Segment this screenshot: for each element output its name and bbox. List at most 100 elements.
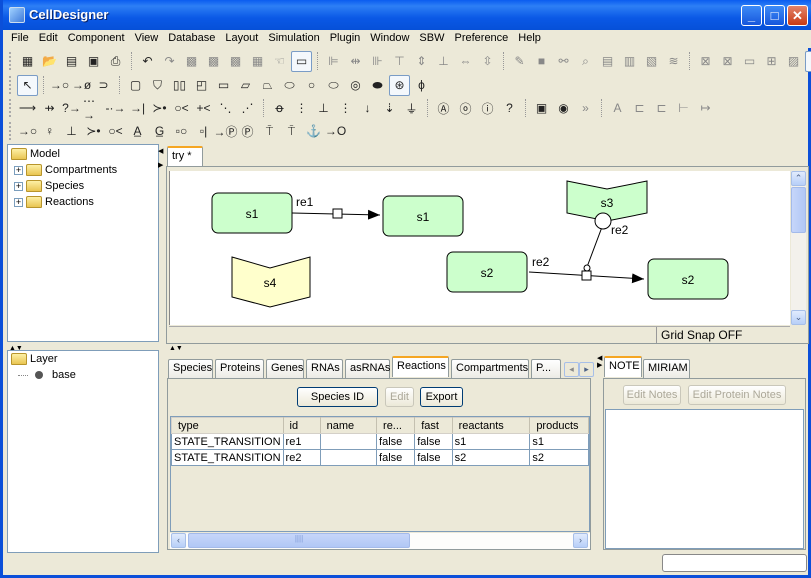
not-gate-icon[interactable]: ⓘ	[477, 98, 498, 119]
scroll-right-button[interactable]: ›	[573, 533, 588, 548]
align-center-icon[interactable]: ⇹	[345, 51, 366, 72]
catalysis-g-icon[interactable]: G̲	[149, 121, 170, 142]
reaction-center-re1[interactable]	[332, 208, 343, 219]
truncated-shape-icon[interactable]: ◰	[191, 75, 212, 96]
close-button[interactable]: ✕	[787, 5, 808, 26]
and-gate-icon[interactable]: Ⓐ	[433, 98, 454, 119]
align-text-4-icon[interactable]: ↦	[695, 98, 716, 119]
catalysis-a-icon[interactable]: A̲	[127, 121, 148, 142]
unknown-inhibition-icon[interactable]: ⋮	[335, 98, 356, 119]
canvas-vertical-scrollbar[interactable]: ⌃ ⌄	[791, 171, 806, 325]
unknown-transition-icon[interactable]: ?→	[61, 98, 82, 119]
cell-name[interactable]	[319, 449, 378, 466]
tab-diagram-try[interactable]: try *	[167, 146, 203, 167]
add-reactant-icon[interactable]: →○	[17, 121, 38, 142]
export-button[interactable]: Export	[420, 387, 463, 407]
distribute-v-icon[interactable]: ⇳	[477, 51, 498, 72]
splitter-arrows-icon[interactable]: ▲▼	[169, 345, 183, 352]
align-bottom-icon[interactable]: ⊥	[433, 51, 454, 72]
menu-layout[interactable]: Layout	[220, 30, 263, 44]
phenotype-icon[interactable]: ⬭	[279, 75, 300, 96]
transcription-icon[interactable]: ⋯→	[83, 94, 104, 122]
ion-channel-icon[interactable]: →ø	[71, 75, 92, 96]
compartment-more-icon[interactable]: »	[575, 98, 596, 119]
inhibition-icon[interactable]: ⊥	[313, 98, 334, 119]
species-node-s2-right[interactable]: s2	[647, 258, 729, 300]
menu-plugin[interactable]: Plugin	[325, 30, 366, 44]
menu-preference[interactable]: Preference	[449, 30, 513, 44]
receptor-shape-icon[interactable]: ⛉	[147, 75, 168, 96]
window-icon[interactable]: ▭	[739, 51, 760, 72]
column-header-fast[interactable]: fast	[414, 417, 453, 434]
cell-products[interactable]: s2	[529, 449, 589, 466]
residue-icon[interactable]: ▫○	[171, 121, 192, 142]
scroll-thumb[interactable]	[791, 187, 806, 233]
block-icon[interactable]: ■	[531, 51, 552, 72]
or-gate-icon[interactable]: ⓞ	[455, 98, 476, 119]
species-node-s1-left[interactable]: s1	[211, 192, 293, 234]
species-node-s4[interactable]: s4	[231, 256, 311, 308]
edit-protein-notes-button[interactable]: Edit Protein Notes	[688, 385, 786, 405]
expand-icon[interactable]: +	[14, 197, 23, 207]
table-row[interactable]: STATE_TRANSITION re1 false false s1 s1	[171, 433, 589, 450]
anchor-top-icon[interactable]: ⍑	[259, 121, 280, 142]
reaction-center-re2[interactable]	[581, 270, 592, 281]
column-header-type[interactable]: type	[171, 417, 284, 434]
cut-icon[interactable]: ▩	[225, 51, 246, 72]
distribute-h-icon[interactable]: ⇔	[455, 51, 476, 72]
column-header-reversible[interactable]: re...	[376, 417, 416, 434]
tree-node-species[interactable]: + Species	[14, 178, 84, 194]
route-icon[interactable]: ┏	[805, 50, 811, 72]
transcriptional-activation-icon[interactable]: ↓	[357, 98, 378, 119]
known-transition-omitted-icon[interactable]: ⇸	[39, 98, 60, 119]
column-header-products[interactable]: products	[529, 417, 589, 434]
tab-compartments[interactable]: Compartments	[451, 359, 529, 378]
tree-node-model[interactable]: Model	[11, 146, 60, 162]
open-icon[interactable]: 📂	[39, 51, 60, 72]
tree-node-layer[interactable]: Layer	[11, 351, 58, 367]
grid-icon[interactable]: ⊞	[761, 51, 782, 72]
plug-icon[interactable]: →O	[325, 121, 346, 142]
new-icon[interactable]: ▦	[17, 51, 38, 72]
undo-icon[interactable]: ↶	[137, 51, 158, 72]
ion-icon[interactable]: ○	[301, 75, 322, 96]
truncated-protein-icon[interactable]: ⊃	[93, 75, 114, 96]
dissociation-icon[interactable]: ○<	[105, 121, 126, 142]
menu-file[interactable]: File	[6, 30, 34, 44]
tab-scroll-left-button[interactable]: ◂	[564, 362, 579, 377]
species-node-s2-left[interactable]: s2	[446, 251, 528, 293]
column-header-name[interactable]: name	[319, 417, 378, 434]
tab-scroll-right-button[interactable]: ▸	[579, 362, 594, 377]
frame-cross-icon[interactable]: ⊠	[717, 51, 738, 72]
expand-icon[interactable]: +	[14, 165, 23, 175]
align-left-icon[interactable]: ⊫	[323, 51, 344, 72]
cell-id[interactable]: re1	[282, 433, 321, 450]
unknown-catalysis-line-icon[interactable]: ⋱	[215, 98, 236, 119]
truncation-icon[interactable]: +<	[193, 98, 214, 119]
notes-textarea[interactable]	[605, 409, 804, 549]
toolbar-grip[interactable]	[9, 76, 12, 94]
simple-molecule-icon[interactable]: ⬭	[323, 75, 344, 96]
unknown-inhibition-line-icon[interactable]: ⋰	[237, 98, 258, 119]
anchor-bottom-icon[interactable]: ⚓	[303, 121, 324, 142]
chain-icon[interactable]: ≋	[663, 51, 684, 72]
catalysis-icon[interactable]: ꝋ	[269, 98, 290, 119]
menu-sbw[interactable]: SBW	[414, 30, 449, 44]
cell-reactants[interactable]: s1	[451, 433, 531, 450]
paste-icon[interactable]: ▩	[203, 51, 224, 72]
scroll-left-button[interactable]: ‹	[171, 533, 186, 548]
generic-protein-icon[interactable]: ▢	[125, 75, 146, 96]
maximize-button[interactable]: □	[764, 5, 785, 26]
select-pointer-icon[interactable]: ↖	[17, 74, 38, 96]
dissociation-icon[interactable]: ○<	[171, 98, 192, 119]
toolbar-grip[interactable]	[9, 52, 12, 70]
redo-icon[interactable]: ↷	[159, 51, 180, 72]
ion-channel-shape-icon[interactable]: ▯▯	[169, 75, 190, 96]
copy-icon[interactable]: ▩	[181, 51, 202, 72]
align-text-2-icon[interactable]: ⊏	[651, 98, 672, 119]
text-label-icon[interactable]: A	[607, 98, 628, 119]
align-text-1-icon[interactable]: ⊏	[629, 98, 650, 119]
tab-species[interactable]: Species	[168, 359, 213, 378]
cell-fast[interactable]: false	[414, 449, 453, 466]
receptor-icon[interactable]: →○	[49, 75, 70, 96]
